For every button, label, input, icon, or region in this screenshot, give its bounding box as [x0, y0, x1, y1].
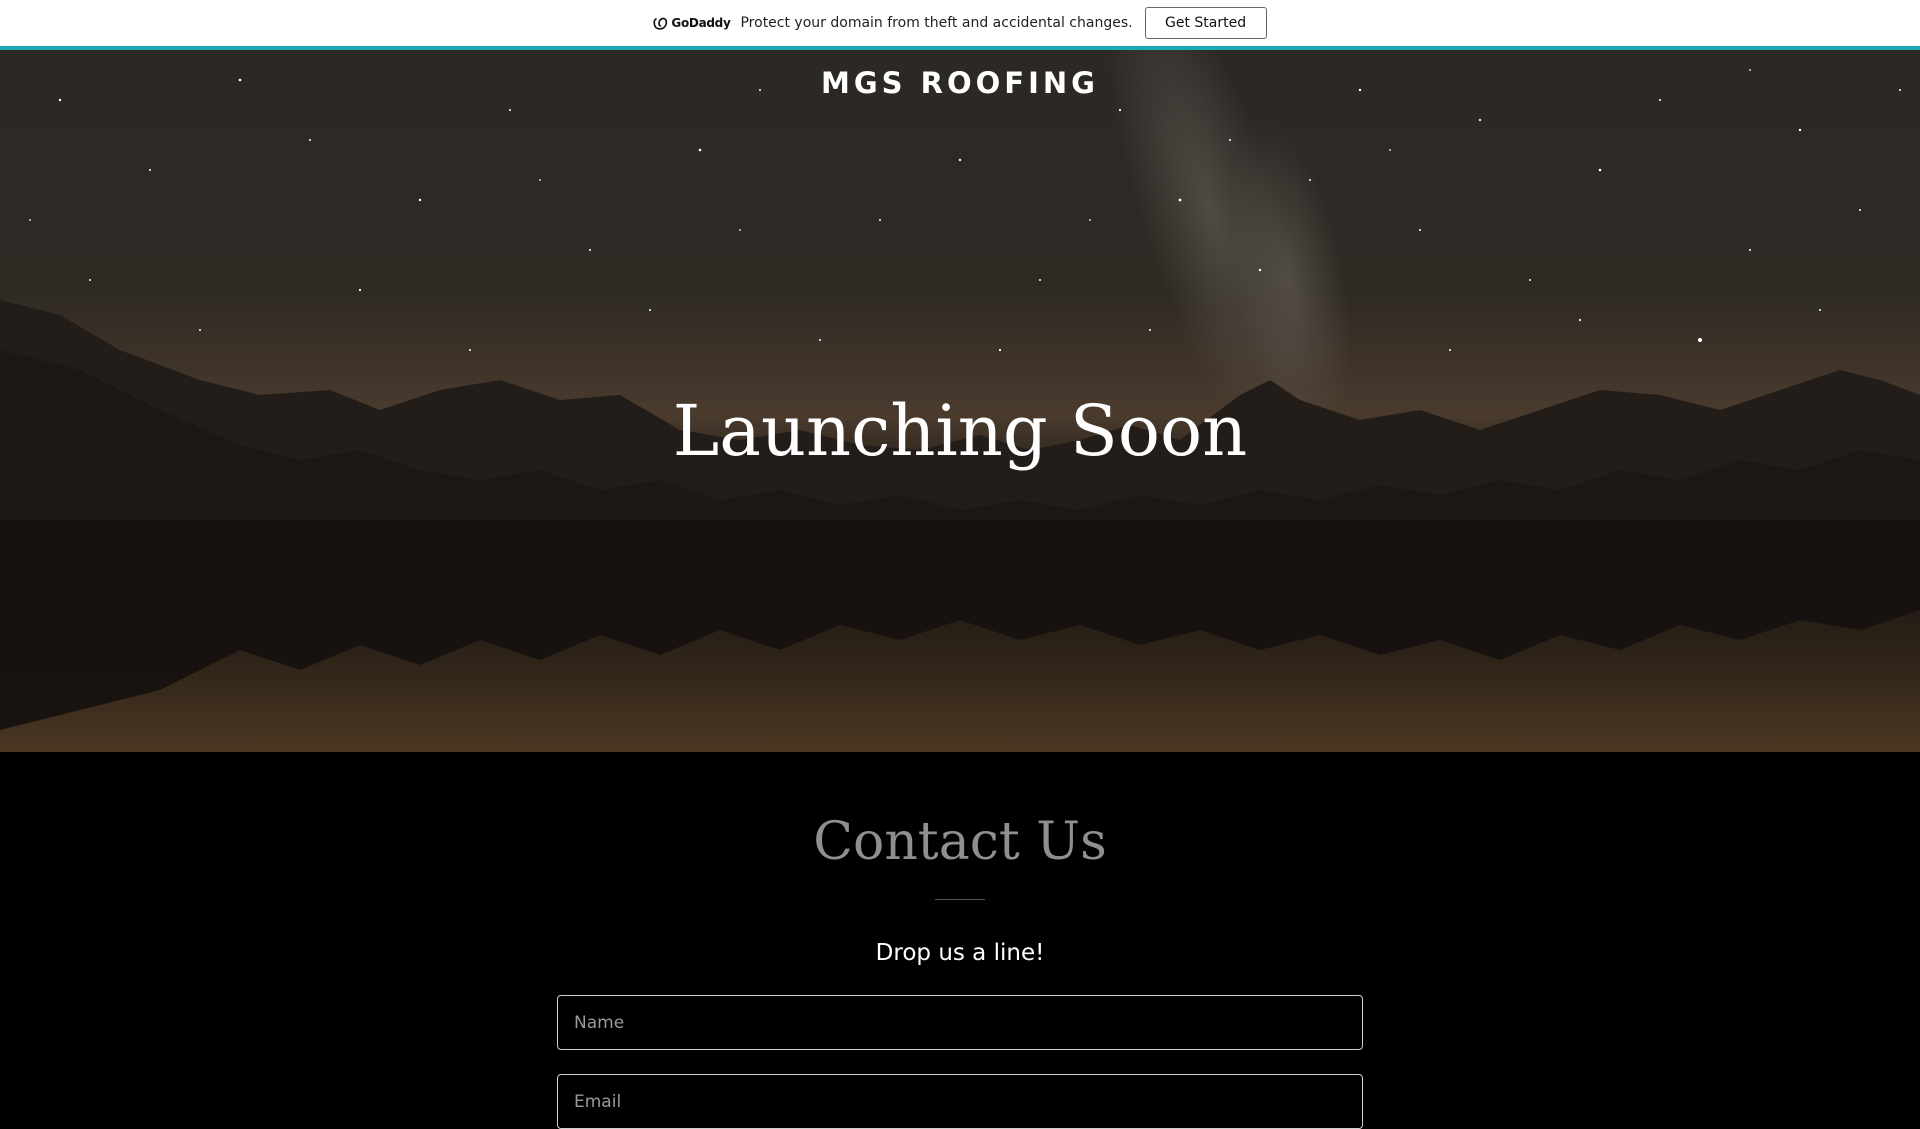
godaddy-logo[interactable]: GoDaddy [653, 16, 731, 30]
contact-section: Contact Us Drop us a line! [0, 752, 1920, 1129]
site-title[interactable]: MGS ROOFING [0, 66, 1920, 100]
godaddy-logo-text: GoDaddy [671, 16, 731, 30]
email-input[interactable] [557, 1074, 1363, 1129]
promo-banner: GoDaddy Protect your domain from theft a… [0, 0, 1920, 46]
hero-section: MGS ROOFING Launching Soon [0, 50, 1920, 752]
contact-heading: Contact Us [813, 812, 1107, 872]
promo-message: Protect your domain from theft and accid… [740, 15, 1133, 31]
godaddy-icon [653, 17, 668, 30]
name-input[interactable] [557, 995, 1363, 1050]
section-divider [935, 899, 985, 900]
hero-heading: Launching Soon [672, 390, 1248, 472]
contact-subheading: Drop us a line! [875, 940, 1045, 966]
get-started-button[interactable]: Get Started [1144, 7, 1267, 39]
